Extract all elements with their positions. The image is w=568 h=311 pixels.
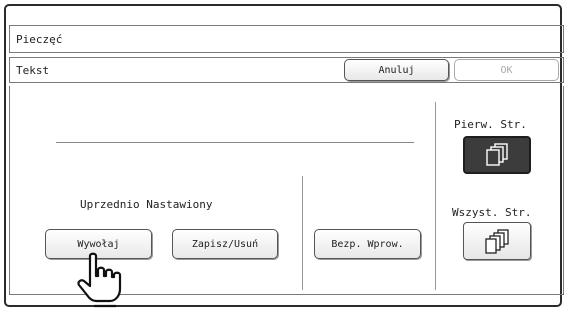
first-page-button[interactable]	[463, 136, 531, 174]
first-page-label: Pierw. Str.	[454, 118, 527, 131]
all-pages-button[interactable]	[463, 222, 531, 260]
all-pages-stack-icon	[485, 229, 509, 254]
divider-vertical-middle	[302, 176, 303, 290]
divider-vertical-right	[435, 102, 436, 290]
first-page-stack-icon	[486, 143, 508, 166]
all-pages-label: Wszyst. Str.	[452, 206, 532, 219]
title-bar: Pieczęć	[9, 25, 564, 53]
section-title: Tekst	[16, 64, 50, 77]
preset-heading: Uprzednio Nastawiony	[80, 198, 213, 211]
pointing-hand-icon	[77, 252, 122, 308]
cancel-button[interactable]: Anuluj	[344, 59, 449, 81]
direct-entry-button[interactable]: Bezp. Wprow.	[314, 229, 421, 259]
page-title: Pieczęć	[16, 32, 63, 46]
ok-button[interactable]: OK	[454, 59, 559, 81]
divider-horizontal	[56, 142, 414, 143]
store-delete-button[interactable]: Zapisz/Usuń	[172, 229, 278, 259]
